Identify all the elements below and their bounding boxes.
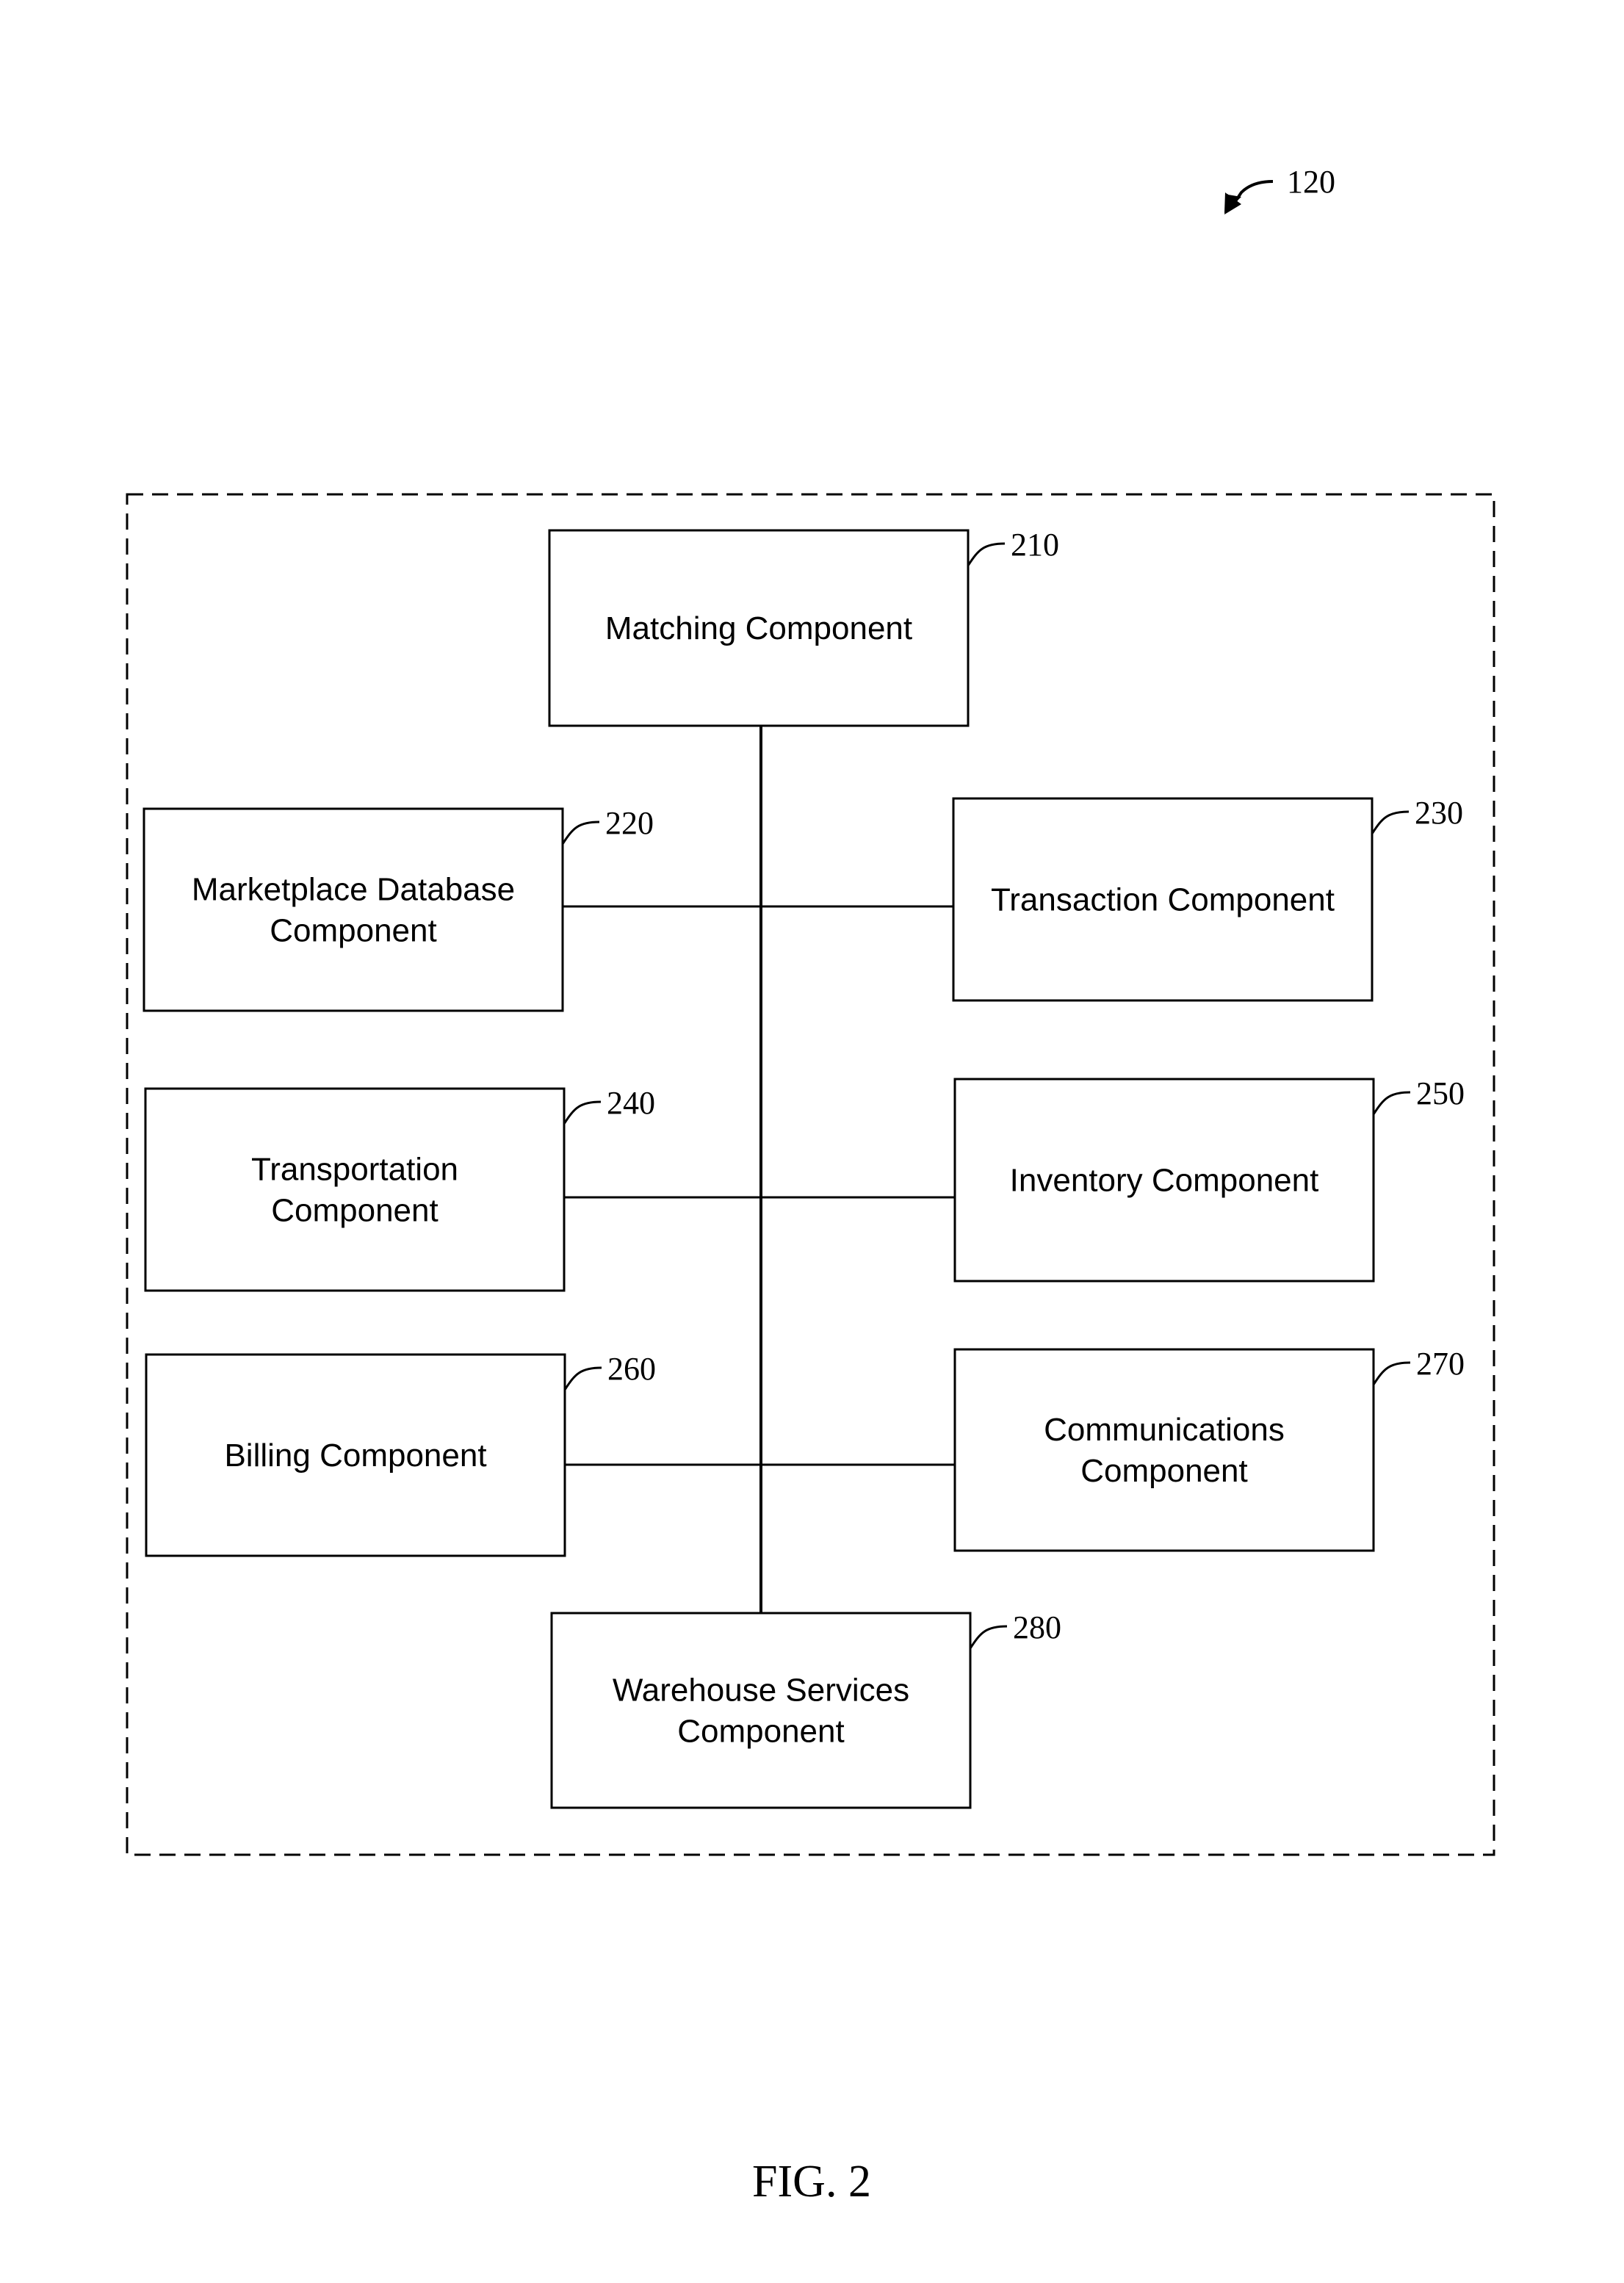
- figure-caption: FIG. 2: [752, 2157, 871, 2207]
- reference-number: 230: [1415, 795, 1463, 831]
- leader-line-icon: [969, 1625, 1008, 1649]
- component-matching: Matching Component 210: [548, 527, 1059, 727]
- leader-line-icon: [1372, 1091, 1411, 1115]
- leader-line-icon: [563, 1366, 602, 1391]
- component-label: Matching Component: [605, 610, 912, 646]
- component-warehouse-services: Warehouse Services Component 280: [550, 1609, 1061, 1809]
- component-label: Communications: [1044, 1412, 1285, 1448]
- component-label: Billing Component: [224, 1438, 486, 1474]
- component-marketplace-database: Marketplace Database Component 220: [142, 805, 654, 1012]
- reference-number: 270: [1416, 1346, 1465, 1382]
- component-label: Component: [1080, 1453, 1247, 1489]
- component-label: Transportation: [251, 1152, 458, 1188]
- reference-number: 220: [605, 805, 654, 841]
- leader-line-icon: [1372, 1361, 1411, 1385]
- component-transportation: Transportation Component 240: [144, 1085, 655, 1292]
- component-transaction: Transaction Component 230: [952, 795, 1463, 1002]
- component-communications: Communications Component 270: [953, 1346, 1465, 1552]
- component-label: Component: [677, 1714, 844, 1750]
- leader-line-icon: [563, 1100, 602, 1125]
- component-label: Component: [270, 913, 436, 949]
- component-box: [953, 1348, 1375, 1552]
- reference-number: 260: [607, 1351, 656, 1387]
- component-inventory: Inventory Component 250: [953, 1075, 1465, 1283]
- system-ref-label: 120: [1287, 164, 1335, 200]
- leader-line-icon: [967, 542, 1006, 566]
- component-box: [142, 807, 564, 1012]
- component-label: Transaction Component: [991, 882, 1335, 918]
- component-label: Warehouse Services: [613, 1673, 909, 1709]
- component-box: [550, 1612, 972, 1809]
- reference-number: 250: [1416, 1075, 1465, 1111]
- component-label: Component: [271, 1193, 438, 1229]
- leader-line-icon: [1371, 810, 1410, 834]
- system-reference: 120: [1224, 164, 1335, 214]
- connectors: [563, 726, 955, 1613]
- component-billing: Billing Component 260: [145, 1351, 656, 1557]
- reference-number: 240: [607, 1085, 655, 1121]
- component-box: [144, 1087, 566, 1292]
- component-label: Marketplace Database: [192, 872, 515, 908]
- leader-line-icon: [561, 820, 600, 845]
- component-label: Inventory Component: [1010, 1163, 1319, 1199]
- block-diagram: 120 Matching Component 210 Marketplace Dat…: [126, 164, 1495, 2207]
- reference-number: 280: [1013, 1609, 1061, 1645]
- reference-number: 210: [1011, 527, 1059, 563]
- reference-arrow-icon: [1231, 180, 1274, 207]
- component-boxes: Matching Component 210 Marketplace Databas…: [142, 527, 1465, 1809]
